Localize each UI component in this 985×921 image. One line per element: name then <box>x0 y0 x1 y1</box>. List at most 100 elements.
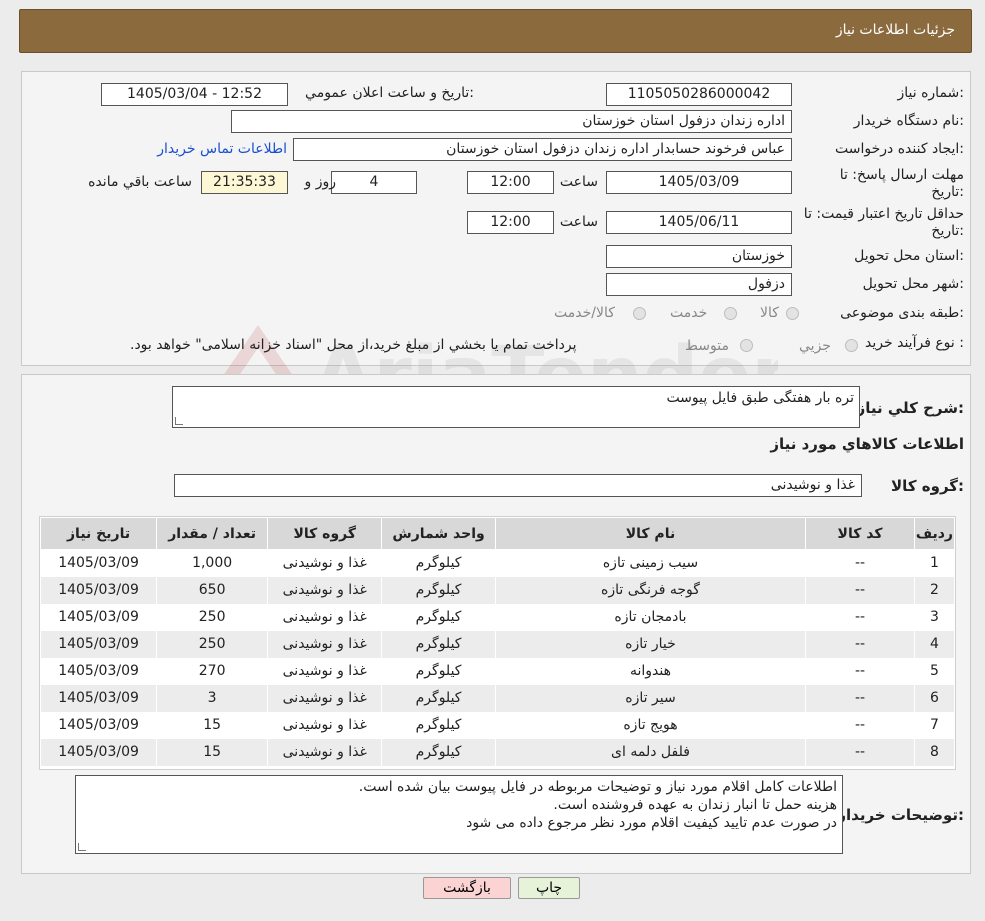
col-header-group: گروه كالا <box>267 517 383 550</box>
announce-label: تاریخ و ساعت اعلان عمومي: <box>305 85 474 101</box>
cell-group: غذا و نوشیدنی <box>267 603 383 631</box>
cell-group: غذا و نوشیدنی <box>267 630 383 658</box>
category-label: طبقه بندی موضوعی: <box>840 305 964 321</box>
announce-datetime-field: 1405/03/04 - 12:52 <box>101 83 288 106</box>
buyer-org-label: نام دستگاه خريدار: <box>853 113 964 129</box>
cell-quantity: 15 <box>156 738 269 766</box>
cell-group: غذا و نوشیدنی <box>267 738 383 766</box>
category-option-service: خدمت <box>670 305 708 321</box>
cell-name: گوجه فرنگی تازه <box>494 576 807 604</box>
deadline-label: مهلت ارسال پاسخ: تا <box>839 167 964 183</box>
cell-code: -- <box>805 549 915 577</box>
creator-field: عباس فرخوند حسابدار اداره زندان دزفول اس… <box>293 138 792 161</box>
cell-date: 1405/03/09 <box>39 684 158 712</box>
table-row: 2 -- گوجه فرنگی تازه کیلوگرم غذا و نوشیدنی 65… <box>39 576 956 604</box>
col-header-date: تاريخ نياز <box>39 517 158 550</box>
page-header: جزئیات اطلاعات نیاز <box>19 9 972 53</box>
need-number-label: شماره نیاز: <box>897 85 964 101</box>
city-label: شهر محل تحويل: <box>862 276 964 292</box>
cell-code: -- <box>805 657 915 685</box>
cell-date: 1405/03/09 <box>39 630 158 658</box>
items-table-body: 1 -- سیب زمینی تازه کیلوگرم غذا و نوشیدنی 1,0… <box>39 549 956 766</box>
table-row: 3 -- بادمجان تازه کیلوگرم غذا و نوشیدنی 250 14… <box>39 603 956 631</box>
deadline-time-field: 12:00 <box>467 171 554 194</box>
cell-unit: کیلوگرم <box>381 603 496 631</box>
cell-code: -- <box>805 684 915 712</box>
cell-name: سیر تازه <box>494 684 807 712</box>
notes-line-1: اطلاعات کامل اقلام مورد نیاز و توضیحات م… <box>358 779 837 795</box>
table-row: 5 -- هندوانه کیلوگرم غذا و نوشیدنی 270 1405/03… <box>39 657 956 685</box>
validity-time-field: 12:00 <box>467 211 554 234</box>
summary-text: تره بار هفتگی طبق فایل پیوست <box>666 390 854 406</box>
remaining-time-field: 21:35:33 <box>201 171 288 194</box>
cell-quantity: 250 <box>156 630 269 658</box>
validity-date-field: 1405/06/11 <box>606 211 792 234</box>
cell-row-num: 3 <box>913 603 956 631</box>
cell-unit: کیلوگرم <box>381 576 496 604</box>
cell-unit: کیلوگرم <box>381 711 496 739</box>
cell-date: 1405/03/09 <box>39 738 158 766</box>
resize-handle-icon[interactable] <box>78 843 86 851</box>
table-row: 4 -- خیار تازه کیلوگرم غذا و نوشیدنی 250 1405/… <box>39 630 956 658</box>
page-title: جزئیات اطلاعات نیاز <box>835 22 955 38</box>
col-header-unit: واحد شمارش <box>381 517 496 550</box>
cell-code: -- <box>805 576 915 604</box>
col-header-row-num: رديف <box>913 517 956 550</box>
back-button[interactable]: بازگشت <box>423 877 511 899</box>
items-panel: شرح كلي نياز: تره بار هفتگی طبق فایل پیو… <box>21 374 971 874</box>
cell-unit: کیلوگرم <box>381 684 496 712</box>
category-radio-goods[interactable] <box>786 307 799 320</box>
need-number-field: 1105050286000042 <box>606 83 792 106</box>
process-label: نوع فرآيند خريد : <box>865 335 964 351</box>
buyer-contact-link[interactable]: اطلاعات تماس خريدار <box>157 141 287 157</box>
cell-name: فلفل دلمه ای <box>494 738 807 766</box>
cell-quantity: 650 <box>156 576 269 604</box>
cell-date: 1405/03/09 <box>39 603 158 631</box>
print-button[interactable]: چاپ <box>518 877 580 899</box>
items-table: رديف كد كالا نام كالا واحد شمارش گروه كا… <box>39 517 956 766</box>
category-radio-goods-service[interactable] <box>633 307 646 320</box>
cell-quantity: 1,000 <box>156 549 269 577</box>
items-table-frame: رديف كد كالا نام كالا واحد شمارش گروه كا… <box>39 516 956 770</box>
cell-quantity: 3 <box>156 684 269 712</box>
province-field: خوزستان <box>606 245 792 268</box>
table-header-row: رديف كد كالا نام كالا واحد شمارش گروه كا… <box>39 517 956 550</box>
validity-time-label: ساعت <box>559 214 598 230</box>
table-row: 8 -- فلفل دلمه ای کیلوگرم غذا و نوشیدنی 15 140… <box>39 738 956 766</box>
province-label: استان محل تحويل: <box>854 248 964 264</box>
cell-code: -- <box>805 630 915 658</box>
days-label: روز و <box>304 174 337 190</box>
validity-label: حداقل تاريخ اعتبار قيمت: تا <box>803 206 964 222</box>
process-radio-minor[interactable] <box>845 339 858 352</box>
cell-name: سیب زمینی تازه <box>494 549 807 577</box>
cell-row-num: 1 <box>913 549 956 577</box>
summary-label: شرح كلي نياز: <box>856 399 964 417</box>
cell-date: 1405/03/09 <box>39 576 158 604</box>
cell-unit: کیلوگرم <box>381 657 496 685</box>
cell-row-num: 6 <box>913 684 956 712</box>
category-radio-service[interactable] <box>724 307 737 320</box>
cell-unit: کیلوگرم <box>381 630 496 658</box>
col-header-name: نام كالا <box>494 517 807 550</box>
process-radio-medium[interactable] <box>740 339 753 352</box>
cell-name: هندوانه <box>494 657 807 685</box>
cell-name: هویج تازه <box>494 711 807 739</box>
cell-unit: کیلوگرم <box>381 738 496 766</box>
cell-quantity: 250 <box>156 603 269 631</box>
cell-group: غذا و نوشیدنی <box>267 711 383 739</box>
cell-group: غذا و نوشیدنی <box>267 684 383 712</box>
deadline-label-date: تاریخ: <box>931 184 964 200</box>
cell-row-num: 4 <box>913 630 956 658</box>
cell-row-num: 7 <box>913 711 956 739</box>
notes-label: توضيحات خريدار: <box>837 806 964 824</box>
cell-unit: کیلوگرم <box>381 549 496 577</box>
cell-name: بادمجان تازه <box>494 603 807 631</box>
cell-date: 1405/03/09 <box>39 711 158 739</box>
cell-quantity: 270 <box>156 657 269 685</box>
resize-handle-icon[interactable] <box>175 417 183 425</box>
remaining-days-field: 4 <box>331 171 417 194</box>
cell-code: -- <box>805 711 915 739</box>
remaining-label: ساعت باقي مانده <box>88 174 192 190</box>
group-label: گروه کالا: <box>891 477 964 495</box>
process-option-minor: جزيي <box>799 338 831 354</box>
